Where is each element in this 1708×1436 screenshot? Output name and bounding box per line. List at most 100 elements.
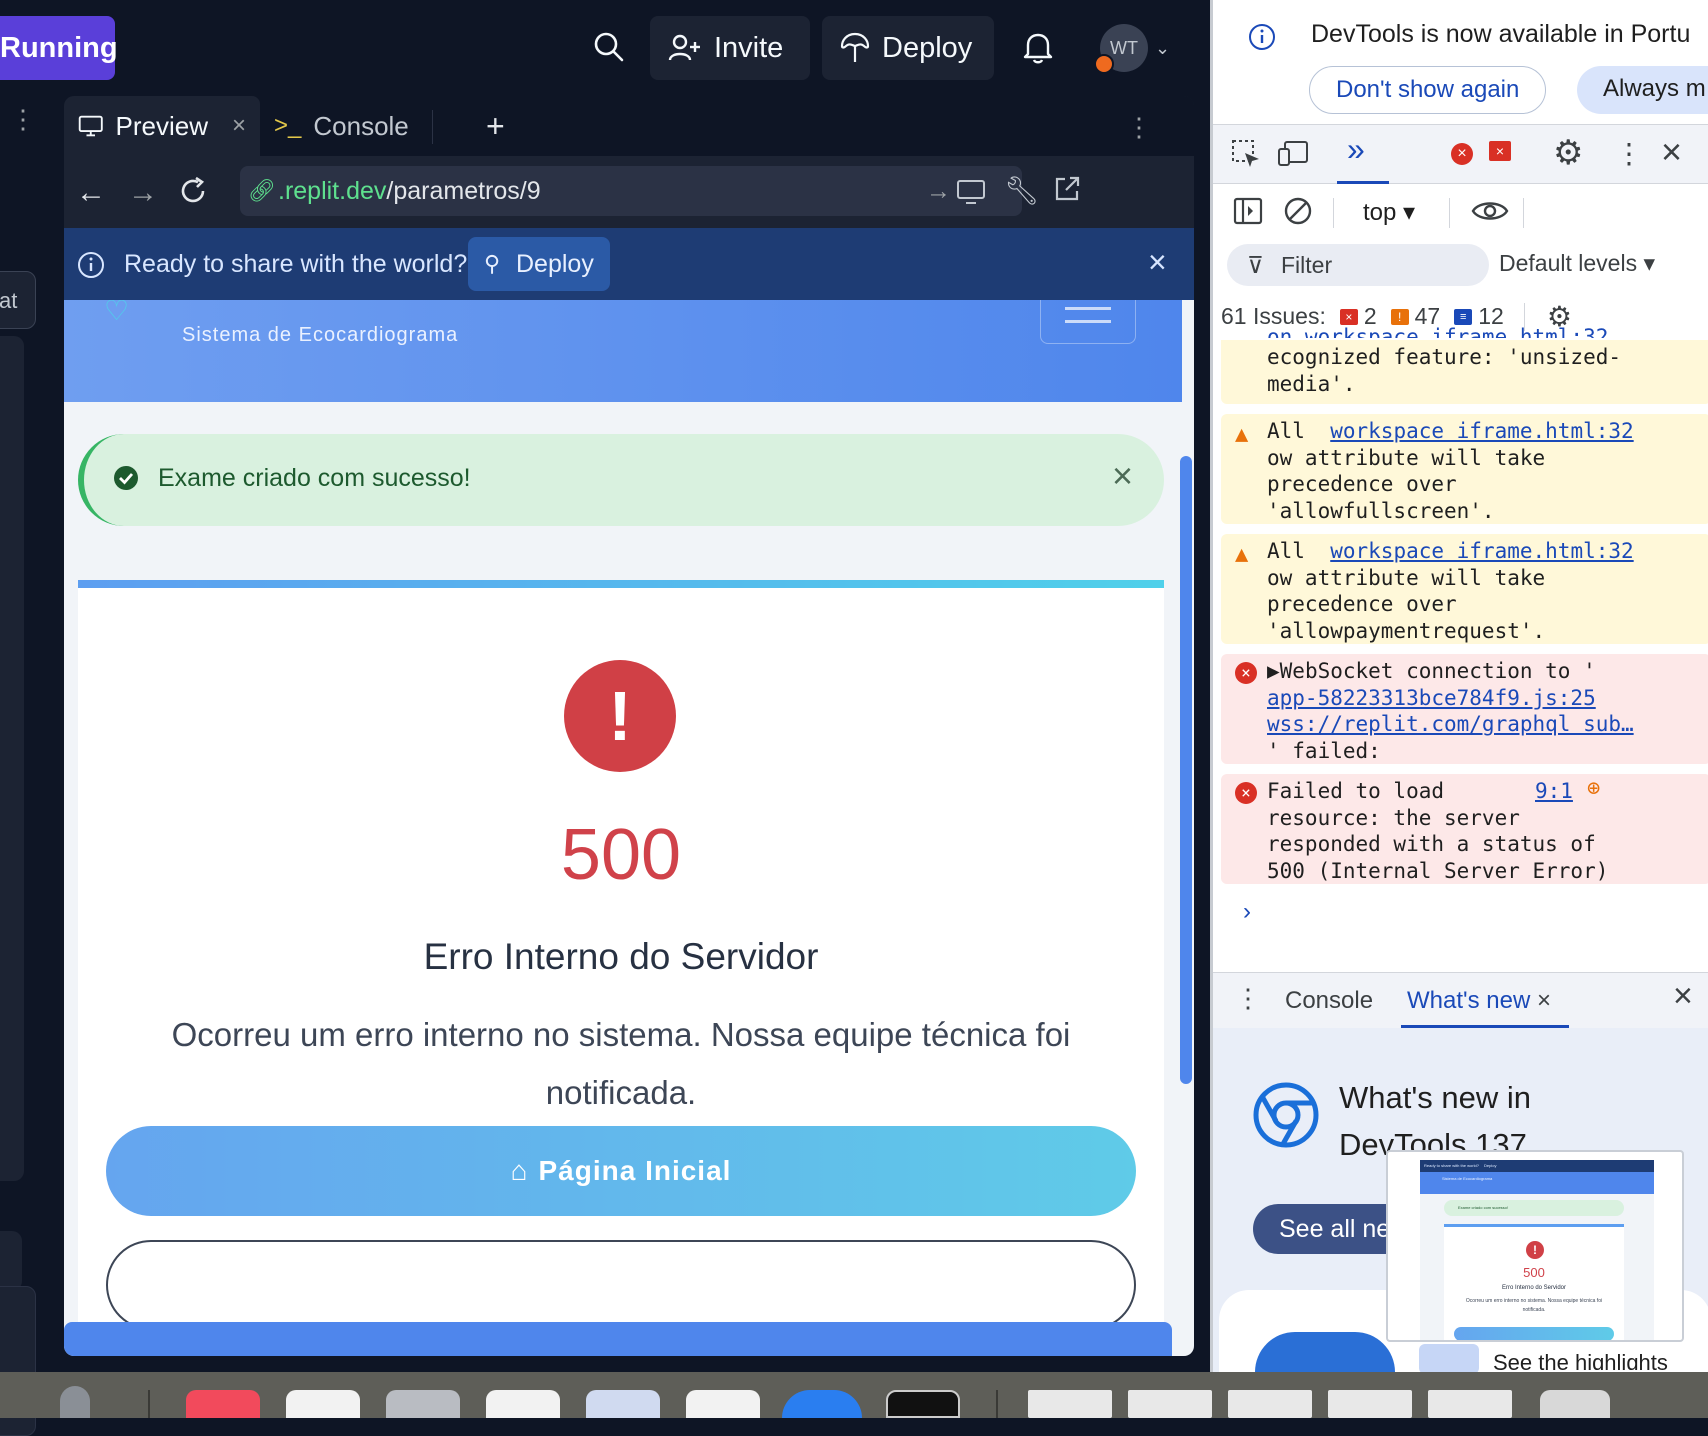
log-line: 500 (Internal Server Error) bbox=[1267, 858, 1609, 883]
dock-app-numbers[interactable] bbox=[286, 1390, 360, 1418]
more-panels-icon[interactable]: » bbox=[1347, 131, 1365, 168]
log-prefix: All bbox=[1267, 539, 1305, 563]
filter-input[interactable]: ⊽ Filter bbox=[1227, 244, 1489, 286]
console-message-warning: ▲ All workspace iframe.html:32 ow attrib… bbox=[1221, 534, 1708, 644]
home-button-label: Página Inicial bbox=[538, 1155, 732, 1186]
console-toolbar: top ▾ bbox=[1213, 184, 1708, 240]
close-tab-icon[interactable]: × bbox=[1537, 987, 1551, 1014]
log-source-link[interactable]: workspace iframe.html:32 bbox=[1330, 419, 1633, 443]
dock-app-excel[interactable] bbox=[686, 1390, 760, 1418]
menu-toggle-button[interactable] bbox=[1040, 300, 1136, 344]
tab-console[interactable]: >_ Console bbox=[260, 96, 432, 156]
drawer-tab-console[interactable]: Console bbox=[1285, 987, 1373, 1015]
log-line: ' failed: bbox=[1267, 738, 1381, 763]
forward-icon[interactable]: → bbox=[128, 176, 158, 210]
log-prefix: Failed to load bbox=[1267, 779, 1445, 803]
dock-app-terminal[interactable] bbox=[886, 1390, 960, 1418]
thumb-viewport: Ready to share with the world? Deploy Si… bbox=[1420, 1160, 1654, 1340]
dock-window-thumb[interactable] bbox=[1128, 1390, 1212, 1418]
console-prompt-icon[interactable]: › bbox=[1243, 898, 1251, 926]
error-icon: × bbox=[1235, 782, 1257, 804]
close-drawer-icon[interactable]: × bbox=[1673, 977, 1693, 1016]
thumb-subtitle: Sistema de Ecocardiograma bbox=[1442, 1176, 1493, 1181]
eye-icon[interactable] bbox=[1471, 196, 1509, 231]
dock-app-browser[interactable] bbox=[782, 1390, 862, 1418]
dock-app-remote[interactable] bbox=[486, 1390, 560, 1418]
log-url-link[interactable]: wss://replit.com/graphql sub… bbox=[1267, 712, 1634, 736]
pane-tabs: Preview × >_ Console + ⋮ bbox=[64, 96, 1194, 156]
issue-flag-icon[interactable]: × bbox=[1489, 141, 1511, 161]
thumb-card: ! 500 Erro Interno do Servidor Ocorreu u… bbox=[1444, 1224, 1624, 1340]
thumb-banner-deploy: Deploy bbox=[1484, 1163, 1497, 1168]
invite-button[interactable]: Invite bbox=[650, 16, 810, 80]
log-prefix: All bbox=[1267, 419, 1305, 443]
dont-show-again-button[interactable]: Don't show again bbox=[1309, 66, 1547, 114]
dock-app-music[interactable] bbox=[186, 1390, 260, 1418]
context-select[interactable]: top ▾ bbox=[1363, 198, 1415, 227]
open-external-icon[interactable] bbox=[1052, 174, 1082, 209]
dock-window-thumb[interactable] bbox=[1228, 1390, 1312, 1418]
new-tab-icon[interactable]: + bbox=[486, 108, 505, 145]
go-arrow-icon[interactable]: → bbox=[926, 166, 951, 216]
chevron-down-icon[interactable]: ⌄ bbox=[1155, 38, 1170, 59]
close-icon[interactable]: × bbox=[1148, 244, 1167, 281]
dock-app-pen[interactable] bbox=[60, 1386, 90, 1418]
dock-window-thumb[interactable] bbox=[1328, 1390, 1412, 1418]
dock-trash[interactable] bbox=[1540, 1390, 1610, 1418]
url-input[interactable]: 🔗︎ .replit.dev/parametros/9 → bbox=[240, 166, 1022, 216]
more-options-icon[interactable]: ⋮ bbox=[1615, 137, 1643, 170]
dock-app-finder[interactable] bbox=[586, 1390, 660, 1418]
sidebar-panel bbox=[0, 336, 24, 1181]
log-line: resource: the server bbox=[1267, 805, 1520, 830]
search-icon[interactable] bbox=[592, 30, 626, 69]
refresh-icon[interactable] bbox=[178, 176, 208, 211]
log-source-link[interactable]: app-58223313bce784f9.js:25 bbox=[1267, 686, 1596, 710]
drawer-menu-icon[interactable]: ⋮ bbox=[1235, 983, 1261, 1014]
inspect-element-icon[interactable] bbox=[1231, 139, 1261, 174]
terminal-icon: >_ bbox=[274, 112, 302, 139]
alert-message: Exame criado com sucesso! bbox=[158, 464, 471, 492]
secondary-button[interactable] bbox=[106, 1240, 1136, 1330]
error-count-icon[interactable]: × bbox=[1451, 143, 1473, 165]
home-icon: ⌂ bbox=[510, 1155, 529, 1186]
run-button[interactable]: Running bbox=[0, 16, 118, 80]
device-icon[interactable] bbox=[956, 178, 986, 211]
settings-gear-icon[interactable]: ⚙ bbox=[1553, 133, 1583, 173]
deploy-icon: ⚲ bbox=[484, 251, 501, 276]
sidebar-toggle-icon[interactable] bbox=[1233, 196, 1263, 231]
log-source-link[interactable]: workspace iframe.html:32 bbox=[1330, 539, 1633, 563]
sidebar-pill[interactable]: at bbox=[0, 271, 36, 329]
screenshot-thumbnail[interactable]: Ready to share with the world? Deploy Si… bbox=[1386, 1150, 1684, 1342]
always-match-button[interactable]: Always m bbox=[1577, 66, 1708, 114]
bell-icon[interactable] bbox=[1022, 30, 1054, 69]
wrench-icon[interactable]: 🔧︎ bbox=[1004, 174, 1040, 207]
more-options-icon[interactable]: ⋮ bbox=[10, 106, 36, 132]
dock-window-thumb[interactable] bbox=[1028, 1390, 1112, 1418]
banner-deploy-button[interactable]: ⚲ Deploy bbox=[468, 237, 610, 291]
deploy-button[interactable]: Deploy bbox=[822, 16, 994, 80]
deploy-banner: Ready to share with the world? ⚲ Deploy … bbox=[64, 228, 1194, 300]
pane-options-icon[interactable]: ⋮ bbox=[1126, 114, 1152, 140]
issue-error-icon: × bbox=[1339, 308, 1358, 325]
scrollbar-thumb[interactable] bbox=[1180, 456, 1192, 1084]
tab-preview[interactable]: Preview × bbox=[64, 96, 260, 156]
issue-info-icon: ≡ bbox=[1454, 308, 1473, 325]
dock-app-settings[interactable] bbox=[386, 1390, 460, 1418]
close-tab-icon[interactable]: × bbox=[232, 112, 246, 140]
card-accent-bar bbox=[78, 580, 1164, 588]
device-toolbar-icon[interactable] bbox=[1277, 139, 1311, 174]
log-source-link[interactable]: 9:1 bbox=[1535, 778, 1573, 805]
console-message-error: × ▶WebSocket connection to ' app-5822331… bbox=[1221, 654, 1708, 764]
home-button[interactable]: ⌂ Página Inicial bbox=[106, 1126, 1136, 1216]
clear-console-icon[interactable] bbox=[1283, 196, 1313, 231]
log-levels-select[interactable]: Default levels ▾ bbox=[1499, 250, 1655, 277]
workspace-topbar: Running Invite Deploy WT ⌄ bbox=[0, 0, 1210, 96]
drawer-tab-whats-new[interactable]: What's new × bbox=[1407, 987, 1551, 1015]
close-devtools-icon[interactable]: × bbox=[1661, 131, 1682, 173]
network-request-icon[interactable]: ⊕ bbox=[1587, 776, 1600, 803]
console-message-warning: ▲ All workspace iframe.html:32 ow attrib… bbox=[1221, 414, 1708, 524]
back-icon[interactable]: ← bbox=[76, 176, 106, 210]
alert-close-icon[interactable]: × bbox=[1112, 458, 1133, 494]
dock-window-thumb[interactable] bbox=[1428, 1390, 1512, 1418]
expand-triangle-icon[interactable]: ▶ bbox=[1267, 659, 1280, 683]
